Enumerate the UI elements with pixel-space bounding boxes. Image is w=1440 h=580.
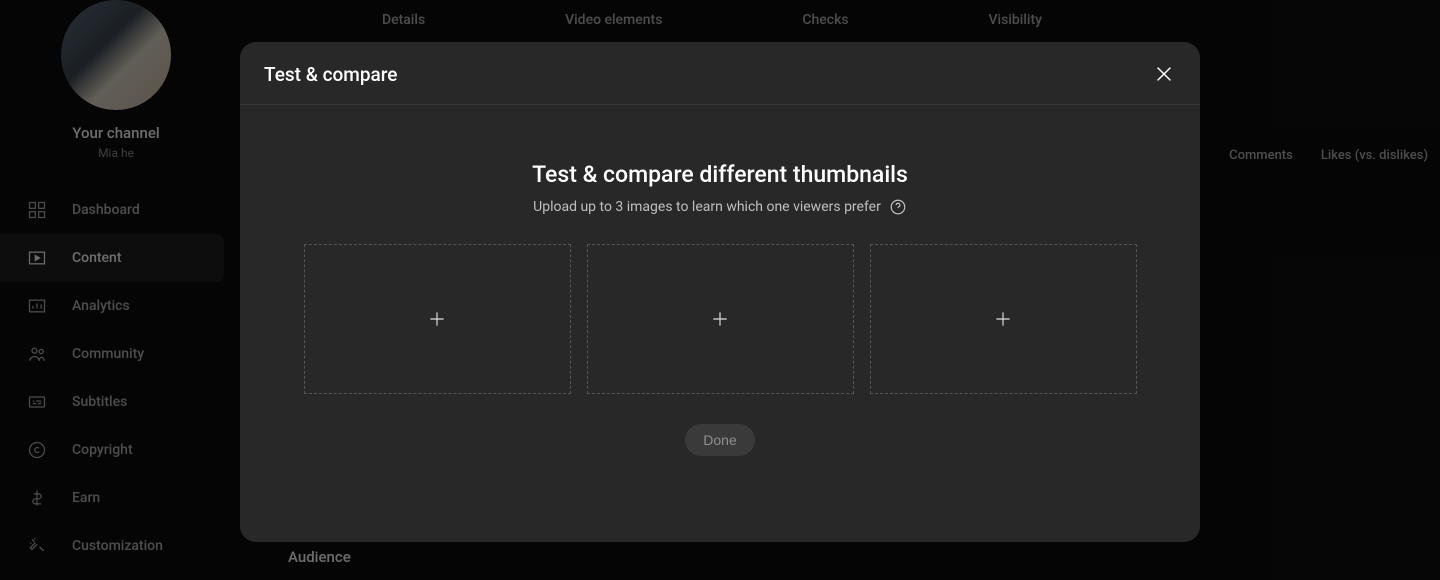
plus-icon — [710, 309, 730, 329]
modal-body-subtitle-text: Upload up to 3 images to learn which one… — [533, 199, 881, 215]
modal-body-title: Test & compare different thumbnails — [532, 161, 908, 188]
plus-icon — [427, 309, 447, 329]
thumbnail-slot-3[interactable] — [870, 244, 1137, 394]
done-button[interactable]: Done — [685, 424, 754, 456]
close-icon — [1153, 63, 1175, 85]
thumbnail-slots — [304, 244, 1137, 394]
thumbnail-slot-1[interactable] — [304, 244, 571, 394]
test-compare-modal: Test & compare Test & compare different … — [240, 42, 1200, 542]
modal-title: Test & compare — [264, 63, 398, 86]
help-icon[interactable] — [889, 198, 907, 216]
modal-header: Test & compare — [240, 42, 1200, 105]
modal-body-subtitle: Upload up to 3 images to learn which one… — [533, 198, 907, 216]
modal-body: Test & compare different thumbnails Uplo… — [240, 105, 1200, 542]
close-button[interactable] — [1152, 62, 1176, 86]
plus-icon — [993, 309, 1013, 329]
thumbnail-slot-2[interactable] — [587, 244, 854, 394]
